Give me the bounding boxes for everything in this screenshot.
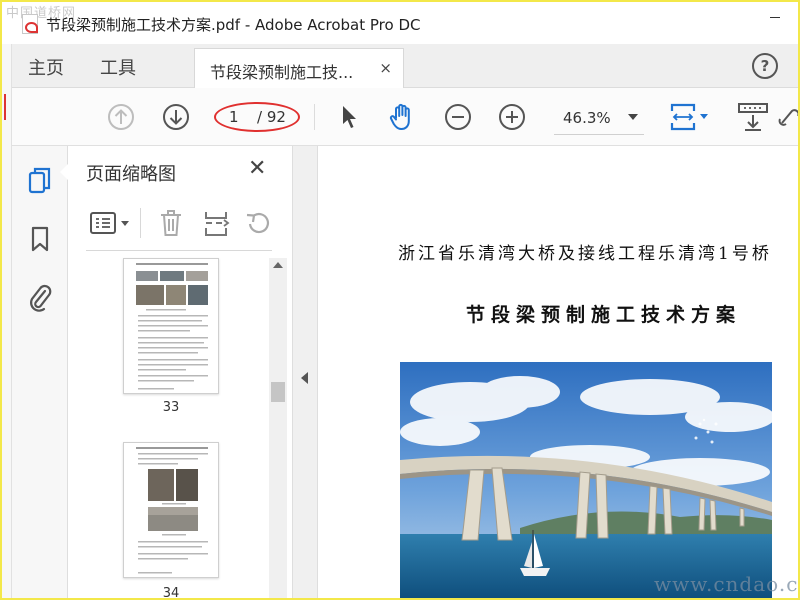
thumbnail-label: 33 [162, 400, 180, 415]
collapse-pane-strip[interactable] [292, 146, 318, 598]
tab-bar: 主页 工具 节段梁预制施工技... × ? [12, 44, 798, 88]
pane-pointer [60, 164, 68, 180]
read-mode-icon[interactable] [736, 102, 770, 132]
zoom-in-icon[interactable] [497, 102, 527, 132]
close-tab-icon[interactable]: × [379, 59, 392, 77]
page-current-value[interactable]: 1 [229, 108, 239, 126]
collapse-arrow-icon[interactable] [301, 372, 308, 384]
minimize-button[interactable] [752, 2, 798, 32]
document-heading-line1: 浙江省乐清湾大桥及接线工程乐清湾1号桥 [398, 244, 772, 264]
minimize-icon [770, 16, 780, 18]
delete-page-icon[interactable] [158, 208, 184, 242]
navigation-rail [12, 146, 68, 598]
toolbar-divider [314, 104, 315, 130]
thumbnail-options-icon[interactable] [88, 210, 134, 240]
zoom-dropdown[interactable]: 46.3% [554, 102, 644, 135]
page-total-label: / 92 [257, 108, 286, 126]
title-bar: 中国道桥网 节段梁预制施工技术方案.pdf - Adobe Acrobat Pr… [2, 2, 798, 44]
zoom-out-icon[interactable] [443, 102, 473, 132]
extract-page-icon[interactable] [202, 208, 230, 242]
pane-divider [86, 250, 272, 251]
help-icon[interactable]: ? [752, 53, 778, 79]
bookmark-icon[interactable] [26, 224, 54, 254]
tab-home[interactable]: 主页 [28, 54, 64, 80]
close-pane-icon[interactable]: ✕ [248, 156, 266, 181]
zoom-underline [554, 134, 644, 135]
thumbnails-pane: 页面缩略图 ✕ 33 34 [60, 146, 292, 598]
thumbnail-label: 34 [162, 586, 180, 598]
window-controls [752, 2, 798, 32]
zoom-value: 46.3% [563, 109, 611, 127]
hand-tool-icon[interactable] [387, 102, 417, 132]
pane-title: 页面缩略图 [86, 164, 176, 185]
window-title: 节段梁预制施工技术方案.pdf - Adobe Acrobat Pro DC [46, 16, 421, 34]
thumbnails-scrollbar[interactable] [269, 258, 287, 598]
toolbar: 1 / 92 46.3% [12, 88, 798, 146]
pane-toolbar-divider [140, 208, 141, 238]
chevron-down-icon [628, 114, 638, 120]
page-thumbnails-icon[interactable] [26, 166, 54, 196]
scroll-up-icon[interactable] [273, 262, 283, 268]
link-icon[interactable] [778, 102, 798, 132]
pane-toolbar [84, 204, 274, 240]
scroll-thumb[interactable] [271, 382, 285, 402]
bridge-photo [400, 362, 772, 598]
pdf-file-icon [22, 14, 38, 34]
fit-page-icon[interactable] [668, 102, 712, 132]
previous-page-icon[interactable] [106, 102, 136, 132]
attachment-icon[interactable] [26, 282, 54, 312]
left-edge-strip [2, 44, 12, 598]
app-window: 中国道桥网 节段梁预制施工技术方案.pdf - Adobe Acrobat Pr… [2, 2, 798, 598]
rotate-page-icon[interactable] [244, 208, 272, 242]
document-tab-label: 节段梁预制施工技... [210, 63, 354, 82]
edge-marker [4, 94, 9, 120]
site-watermark: www.cndao.com [654, 572, 798, 596]
select-cursor-icon[interactable] [334, 102, 364, 132]
page-thumbnail-33[interactable] [123, 258, 219, 394]
document-view[interactable]: 浙江省乐清湾大桥及接线工程乐清湾1号桥 节段梁预制施工技术方案 [318, 146, 798, 598]
document-heading-line2: 节段梁预制施工技术方案 [466, 304, 742, 326]
page-thumbnail-34[interactable] [123, 442, 219, 578]
tab-tools[interactable]: 工具 [100, 54, 136, 80]
document-tab[interactable]: 节段梁预制施工技... × [194, 48, 404, 88]
next-page-icon[interactable] [161, 102, 191, 132]
